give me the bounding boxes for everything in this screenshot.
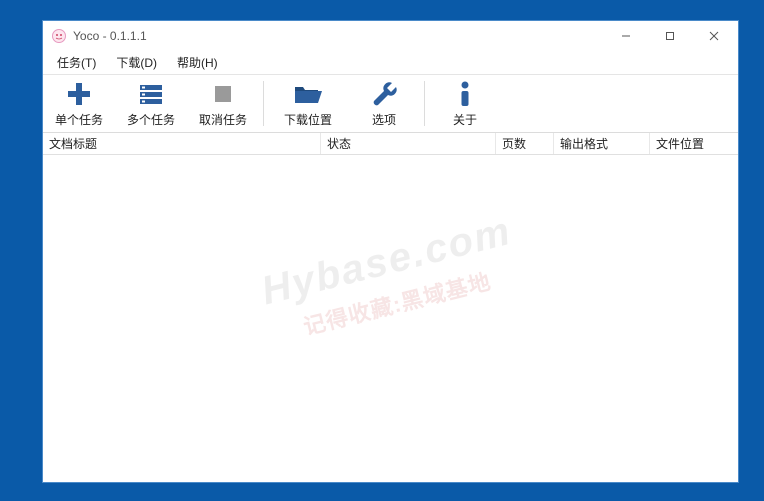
watermark-line1: Hybase.com xyxy=(257,209,516,315)
toolbtn-label: 取消任务 xyxy=(199,111,247,128)
cancel-task-button[interactable]: 取消任务 xyxy=(187,75,259,132)
col-output-format[interactable]: 输出格式 xyxy=(554,133,650,154)
col-file-location[interactable]: 文件位置 xyxy=(650,133,738,154)
window-title: Yoco - 0.1.1.1 xyxy=(73,29,147,43)
folder-open-icon xyxy=(292,79,324,109)
col-doc-title[interactable]: 文档标题 xyxy=(43,133,321,154)
multi-task-button[interactable]: 多个任务 xyxy=(115,75,187,132)
toolbar-separator xyxy=(424,81,425,126)
menu-help[interactable]: 帮助(H) xyxy=(167,51,228,74)
maximize-button[interactable] xyxy=(648,22,692,50)
app-window: Yoco - 0.1.1.1 任务(T) 下载(D) 帮助(H) 单个任务 xyxy=(42,20,739,483)
minimize-button[interactable] xyxy=(604,22,648,50)
toolbtn-label: 多个任务 xyxy=(127,111,175,128)
single-task-button[interactable]: 单个任务 xyxy=(43,75,115,132)
wrench-icon xyxy=(370,79,398,109)
menu-tasks[interactable]: 任务(T) xyxy=(47,51,106,74)
close-button[interactable] xyxy=(692,22,736,50)
toolbar-separator xyxy=(263,81,264,126)
plus-icon xyxy=(65,79,93,109)
download-location-button[interactable]: 下载位置 xyxy=(268,75,348,132)
watermark: Hybase.com 记得收藏:黑域基地 xyxy=(257,209,525,349)
options-button[interactable]: 选项 xyxy=(348,75,420,132)
app-icon xyxy=(51,28,67,44)
menu-downloads[interactable]: 下载(D) xyxy=(106,51,167,74)
titlebar: Yoco - 0.1.1.1 xyxy=(43,21,738,51)
toolbtn-label: 下载位置 xyxy=(284,111,332,128)
menubar: 任务(T) 下载(D) 帮助(H) xyxy=(43,51,738,75)
watermark-line2: 记得收藏:黑域基地 xyxy=(269,257,525,350)
stop-icon xyxy=(211,79,235,109)
col-pages[interactable]: 页数 xyxy=(496,133,554,154)
table-header: 文档标题 状态 页数 输出格式 文件位置 xyxy=(43,133,738,155)
toolbtn-label: 选项 xyxy=(372,111,396,128)
toolbtn-label: 单个任务 xyxy=(55,111,103,128)
table-body: Hybase.com 记得收藏:黑域基地 xyxy=(43,155,738,482)
col-status[interactable]: 状态 xyxy=(321,133,496,154)
toolbar: 单个任务 多个任务 取消任务 xyxy=(43,75,738,133)
about-button[interactable]: 关于 xyxy=(429,75,501,132)
toolbtn-label: 关于 xyxy=(453,111,477,128)
list-icon xyxy=(137,79,165,109)
info-icon xyxy=(458,79,472,109)
